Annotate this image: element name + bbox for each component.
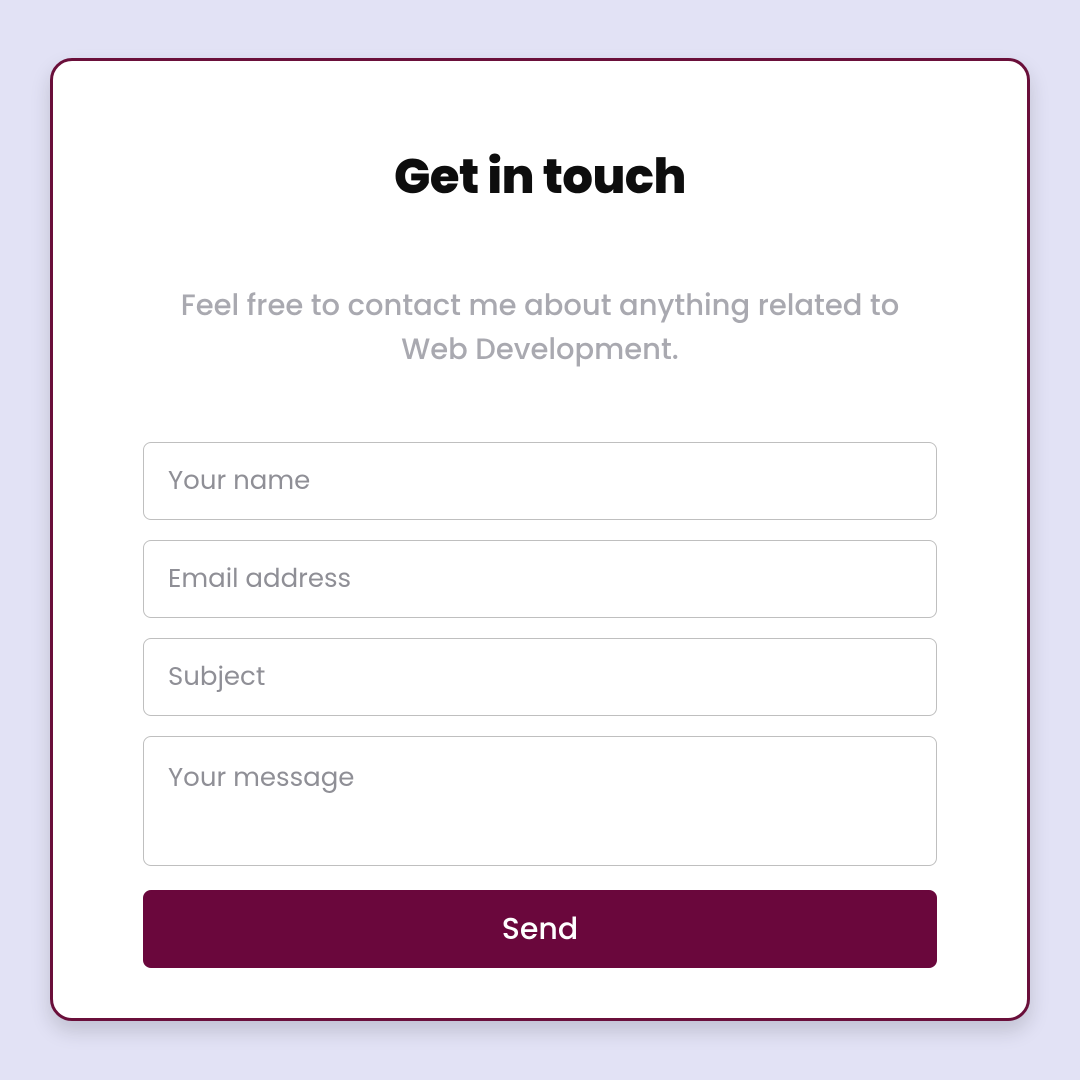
contact-form: Send: [143, 442, 937, 968]
page-subtitle: Feel free to contact me about anything r…: [143, 285, 937, 372]
message-textarea[interactable]: [143, 736, 937, 866]
name-input[interactable]: [143, 442, 937, 520]
contact-card: Get in touch Feel free to contact me abo…: [50, 58, 1030, 1021]
subject-input[interactable]: [143, 638, 937, 716]
send-button[interactable]: Send: [143, 890, 937, 968]
email-input[interactable]: [143, 540, 937, 618]
page-title: Get in touch: [143, 141, 937, 213]
